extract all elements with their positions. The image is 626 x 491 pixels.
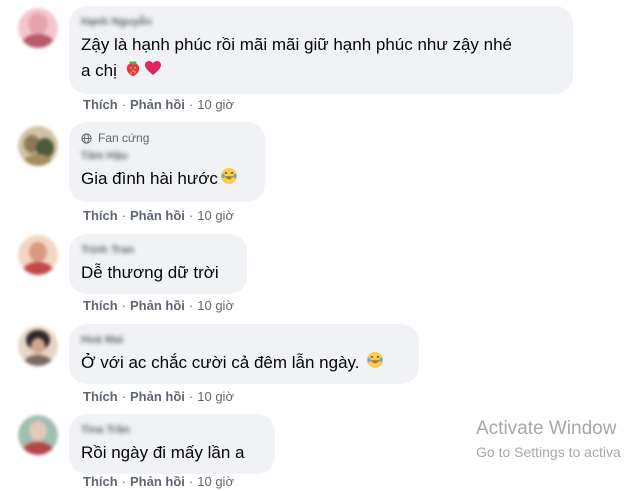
activation-watermark: Activate Window Go to Settings to activa — [476, 417, 621, 461]
red-heart-emoji-icon — [144, 59, 162, 85]
comment-thread: Hạnh Nguyễn Zậy là hạnh phúc rồi mãi mãi… — [0, 0, 626, 491]
comment-text-line: Rồi ngày đi mấy lần a — [81, 443, 245, 462]
comment-bubble: Trịnh Tran Dễ thương dữ trời — [69, 234, 247, 294]
like-button[interactable]: Thích — [83, 97, 118, 112]
strawberry-emoji-icon — [124, 59, 142, 85]
like-button[interactable]: Thích — [83, 389, 118, 404]
avatar[interactable] — [18, 415, 58, 455]
reply-button[interactable]: Phản hồi — [130, 208, 185, 223]
comment-bubble: Hoà Mai Ở với ac chắc cười cả đêm lẫn ng… — [69, 324, 419, 384]
comment-author[interactable]: Trịnh Tran — [81, 242, 233, 258]
comment-author[interactable]: Hoà Mai — [81, 332, 405, 348]
watermark-subtitle: Go to Settings to activa — [476, 444, 621, 460]
comment-timestamp[interactable]: 10 giờ — [197, 474, 234, 489]
comment-text-line: Zậy là hạnh phúc rồi mãi mãi giữ hạnh ph… — [81, 35, 513, 54]
comment-timestamp[interactable]: 10 giờ — [197, 389, 234, 404]
watermark-title: Activate Window — [476, 418, 617, 439]
comment-actions: Thích · Phản hồi · 10 giờ — [83, 389, 234, 404]
tears-of-joy-emoji-icon — [366, 351, 384, 377]
comment-text: Dễ thương dữ trời — [81, 260, 233, 286]
comment-bubble: Fan cứng Tâm Hậu Gia đình hài hước — [69, 122, 265, 202]
tears-of-joy-emoji-icon — [220, 167, 238, 193]
like-button[interactable]: Thích — [83, 208, 118, 223]
reply-button[interactable]: Phản hồi — [130, 298, 185, 313]
comment-text-line: Dễ thương dữ trời — [81, 263, 219, 282]
avatar[interactable] — [18, 326, 58, 366]
comment-text-line: Ở với ac chắc cười cả đêm lẫn ngày. — [81, 353, 360, 372]
comment-timestamp[interactable]: 10 giờ — [197, 208, 234, 223]
comment-author[interactable]: Tâm Hậu — [81, 148, 251, 164]
comment-text-line: Gia đình hài hước — [81, 169, 218, 188]
comment-text: Gia đình hài hước — [81, 166, 251, 193]
reply-button[interactable]: Phản hồi — [130, 389, 185, 404]
comment-actions: Thích · Phản hồi · 10 giờ — [83, 208, 234, 223]
comment-actions: Thích · Phản hồi · 10 giờ — [83, 298, 234, 313]
avatar[interactable] — [18, 235, 58, 275]
reply-button[interactable]: Phản hồi — [130, 474, 185, 489]
comment-timestamp[interactable]: 10 giờ — [197, 298, 234, 313]
comment-timestamp[interactable]: 10 giờ — [197, 97, 234, 112]
like-button[interactable]: Thích — [83, 298, 118, 313]
comment-actions: Thích · Phản hồi · 10 giờ — [83, 474, 234, 489]
comment-text: Zậy là hạnh phúc rồi mãi mãi giữ hạnh ph… — [81, 32, 559, 85]
comment-text: Rồi ngày đi mấy lần a — [81, 440, 261, 466]
comment-bubble: Tina Trần Rồi ngày đi mấy lần a — [69, 414, 275, 474]
globe-icon — [81, 132, 92, 144]
comment-author[interactable]: Tina Trần — [81, 422, 261, 438]
like-button[interactable]: Thích — [83, 474, 118, 489]
comment-text-line: a chị — [81, 61, 117, 80]
comment-bubble: Hạnh Nguyễn Zậy là hạnh phúc rồi mãi mãi… — [69, 6, 573, 94]
fan-badge: Fan cứng — [81, 130, 251, 146]
comment-actions: Thích · Phản hồi · 10 giờ — [83, 97, 234, 112]
comment-text: Ở với ac chắc cười cả đêm lẫn ngày. — [81, 350, 405, 377]
reply-button[interactable]: Phản hồi — [130, 97, 185, 112]
fan-badge-label: Fan cứng — [98, 131, 150, 145]
avatar[interactable] — [18, 126, 58, 166]
avatar[interactable] — [18, 8, 58, 48]
comment-author[interactable]: Hạnh Nguyễn — [81, 14, 559, 30]
